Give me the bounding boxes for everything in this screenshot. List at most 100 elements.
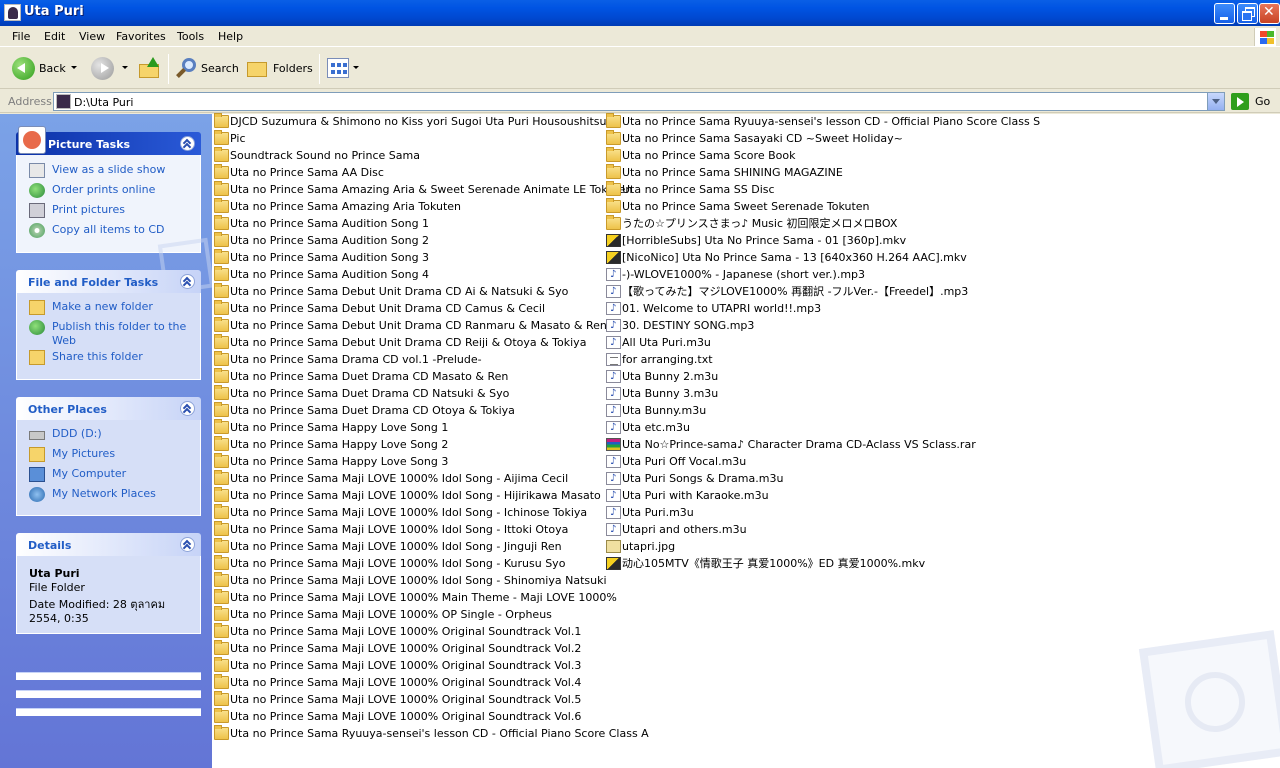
file-name[interactable]: Uta Puri.m3u: [622, 506, 694, 519]
file-name[interactable]: Uta no Prince Sama Maji LOVE 1000% Main …: [230, 591, 617, 604]
views-dropdown-icon[interactable]: [353, 66, 359, 69]
file-name[interactable]: Uta no Prince Sama Maji LOVE 1000% OP Si…: [230, 608, 552, 621]
file-name[interactable]: Uta no Prince Sama Duet Drama CD Masato …: [230, 370, 508, 383]
file-name[interactable]: Uta No☆Prince-sama♪ Character Drama CD-A…: [622, 438, 976, 451]
file-name[interactable]: Uta no Prince Sama Sasayaki CD ~Sweet Ho…: [622, 132, 903, 145]
file-name[interactable]: 动心105MTV《情歌王子 真爱1000%》ED 真爱1000%.mkv: [622, 557, 925, 570]
file-folder-tasks-header[interactable]: File and Folder Tasks: [16, 270, 201, 293]
go-arrow-icon[interactable]: [1231, 93, 1249, 110]
file-name[interactable]: Uta no Prince Sama Maji LOVE 1000% Origi…: [230, 625, 581, 638]
file-name[interactable]: Uta no Prince Sama Debut Unit Drama CD R…: [230, 336, 586, 349]
file-item[interactable]: Uta Bunny 3.m3u: [604, 386, 1040, 403]
menu-help[interactable]: Help: [218, 30, 243, 43]
menu-favorites[interactable]: Favorites: [116, 30, 166, 43]
other-places-header[interactable]: Other Places: [16, 397, 201, 420]
file-name[interactable]: Uta no Prince Sama Debut Unit Drama CD A…: [230, 285, 568, 298]
file-name[interactable]: Uta no Prince Sama Score Book: [622, 149, 795, 162]
place-my-network[interactable]: My Network Places: [29, 487, 200, 507]
search-icon[interactable]: [176, 58, 198, 80]
file-name[interactable]: Uta no Prince Sama AA Disc: [230, 166, 384, 179]
file-name[interactable]: Uta no Prince Sama Drama CD vol.1 -Prelu…: [230, 353, 482, 366]
file-name[interactable]: Soundtrack Sound no Prince Sama: [230, 149, 420, 162]
details-title[interactable]: Details: [28, 539, 71, 552]
file-item[interactable]: Uta no Prince Sama Maji LOVE 1000% Idol …: [212, 470, 649, 488]
file-item[interactable]: Uta no Prince Sama Drama CD vol.1 -Prelu…: [212, 351, 649, 369]
file-item[interactable]: Uta etc.m3u: [604, 420, 1040, 437]
file-item[interactable]: Uta no Prince Sama SHINING MAGAZINE: [604, 164, 1040, 182]
file-item[interactable]: Uta no Prince Sama Score Book: [604, 147, 1040, 165]
menu-edit[interactable]: Edit: [44, 30, 65, 43]
file-item[interactable]: Uta no Prince Sama Sweet Serenade Tokute…: [604, 198, 1040, 216]
file-name[interactable]: Uta no Prince Sama Maji LOVE 1000% Idol …: [230, 489, 601, 502]
minimize-button[interactable]: [1214, 3, 1235, 24]
file-item[interactable]: Uta no Prince Sama Happy Love Song 1: [212, 419, 649, 437]
file-item[interactable]: for arranging.txt: [604, 352, 1040, 369]
file-name[interactable]: Uta no Prince Sama Debut Unit Drama CD C…: [230, 302, 545, 315]
file-item[interactable]: Uta no Prince Sama Duet Drama CD Masato …: [212, 368, 649, 386]
file-item[interactable]: Uta no Prince Sama Maji LOVE 1000% Origi…: [212, 708, 649, 726]
file-name[interactable]: Utapri and others.m3u: [622, 523, 747, 536]
task-order-prints[interactable]: Order prints online: [29, 183, 200, 203]
file-item[interactable]: 30. DESTINY SONG.mp3: [604, 318, 1040, 335]
file-name[interactable]: Uta no Prince Sama Audition Song 3: [230, 251, 429, 264]
file-name[interactable]: Uta no Prince Sama Sweet Serenade Tokute…: [622, 200, 870, 213]
file-name[interactable]: [HorribleSubs] Uta No Prince Sama - 01 […: [622, 234, 906, 247]
file-name[interactable]: Uta no Prince Sama Maji LOVE 1000% Idol …: [230, 557, 565, 570]
address-path[interactable]: D:\Uta Puri: [74, 96, 133, 109]
file-item[interactable]: Uta no Prince Sama Happy Love Song 2: [212, 436, 649, 454]
task-copy-to-cd[interactable]: Copy all items to CD: [29, 223, 200, 243]
file-item[interactable]: Uta no Prince Sama Amazing Aria & Sweet …: [212, 181, 649, 199]
up-folder-icon[interactable]: [139, 57, 161, 79]
back-button-label[interactable]: Back: [39, 62, 66, 75]
file-item[interactable]: Uta no Prince Sama Maji LOVE 1000% Idol …: [212, 487, 649, 505]
file-name[interactable]: All Uta Puri.m3u: [622, 336, 711, 349]
task-publish-web[interactable]: Publish this folder to the Web: [29, 320, 200, 350]
file-item[interactable]: Uta no Prince Sama Maji LOVE 1000% Origi…: [212, 640, 649, 658]
file-name[interactable]: [NicoNico] Uta No Prince Sama - 13 [640x…: [622, 251, 967, 264]
place-drive-d[interactable]: DDD (D:): [29, 427, 200, 447]
file-item[interactable]: Uta no Prince Sama Audition Song 2: [212, 232, 649, 250]
file-name[interactable]: Pic: [230, 132, 246, 145]
file-name[interactable]: Uta no Prince Sama Happy Love Song 2: [230, 438, 448, 451]
file-name[interactable]: Uta no Prince Sama Ryuuya-sensei's lesso…: [230, 727, 649, 740]
file-item[interactable]: Uta no Prince Sama Maji LOVE 1000% Idol …: [212, 555, 649, 573]
file-name[interactable]: Uta no Prince Sama Amazing Aria Tokuten: [230, 200, 461, 213]
forward-arrow-icon[interactable]: [91, 57, 114, 80]
file-name[interactable]: Uta no Prince Sama Maji LOVE 1000% Idol …: [230, 540, 562, 553]
file-name[interactable]: Uta no Prince Sama Ryuuya-sensei's lesso…: [622, 115, 1040, 128]
picture-tasks-header[interactable]: Picture Tasks: [16, 126, 201, 155]
file-item[interactable]: [NicoNico] Uta No Prince Sama - 13 [640x…: [604, 250, 1040, 267]
file-item[interactable]: Uta no Prince Sama Maji LOVE 1000% Origi…: [212, 691, 649, 709]
file-name[interactable]: Uta no Prince Sama Duet Drama CD Otoya &…: [230, 404, 515, 417]
go-button-label[interactable]: Go: [1255, 95, 1270, 108]
file-item[interactable]: Uta no Prince Sama Amazing Aria Tokuten: [212, 198, 649, 216]
file-item[interactable]: [HorribleSubs] Uta No Prince Sama - 01 […: [604, 233, 1040, 250]
menu-view[interactable]: View: [79, 30, 105, 43]
task-print-pictures[interactable]: Print pictures: [29, 203, 200, 223]
file-item[interactable]: Uta No☆Prince-sama♪ Character Drama CD-A…: [604, 437, 1040, 454]
file-item[interactable]: Uta no Prince Sama Maji LOVE 1000% Origi…: [212, 623, 649, 641]
file-name[interactable]: Uta no Prince Sama Happy Love Song 1: [230, 421, 448, 434]
task-slide-show[interactable]: View as a slide show: [29, 163, 200, 183]
task-new-folder[interactable]: Make a new folder: [29, 300, 200, 320]
file-name[interactable]: Uta etc.m3u: [622, 421, 690, 434]
file-name[interactable]: Uta no Prince Sama SHINING MAGAZINE: [622, 166, 843, 179]
file-name[interactable]: Uta no Prince Sama Amazing Aria & Sweet …: [230, 183, 632, 196]
file-item[interactable]: Uta no Prince Sama Debut Unit Drama CD R…: [212, 317, 649, 335]
file-item[interactable]: Uta no Prince Sama Ryuuya-sensei's lesso…: [212, 725, 649, 743]
file-item[interactable]: Uta no Prince Sama Audition Song 4: [212, 266, 649, 284]
file-item[interactable]: Uta no Prince Sama Ryuuya-sensei's lesso…: [604, 113, 1040, 131]
file-item[interactable]: Utapri and others.m3u: [604, 522, 1040, 539]
file-item[interactable]: utapri.jpg: [604, 539, 1040, 556]
file-item[interactable]: Uta no Prince Sama Duet Drama CD Natsuki…: [212, 385, 649, 403]
file-item[interactable]: Uta no Prince Sama Maji LOVE 1000% OP Si…: [212, 606, 649, 624]
file-name[interactable]: Uta no Prince Sama Maji LOVE 1000% Origi…: [230, 659, 581, 672]
restore-button[interactable]: [1237, 3, 1258, 24]
file-item[interactable]: Uta Bunny 2.m3u: [604, 369, 1040, 386]
file-name[interactable]: 30. DESTINY SONG.mp3: [622, 319, 754, 332]
close-button[interactable]: ✕: [1259, 3, 1280, 24]
search-button-label[interactable]: Search: [201, 62, 239, 75]
file-item[interactable]: Uta no Prince Sama Maji LOVE 1000% Idol …: [212, 521, 649, 539]
other-places-title[interactable]: Other Places: [28, 403, 107, 416]
file-item[interactable]: Uta no Prince Sama Maji LOVE 1000% Idol …: [212, 504, 649, 522]
